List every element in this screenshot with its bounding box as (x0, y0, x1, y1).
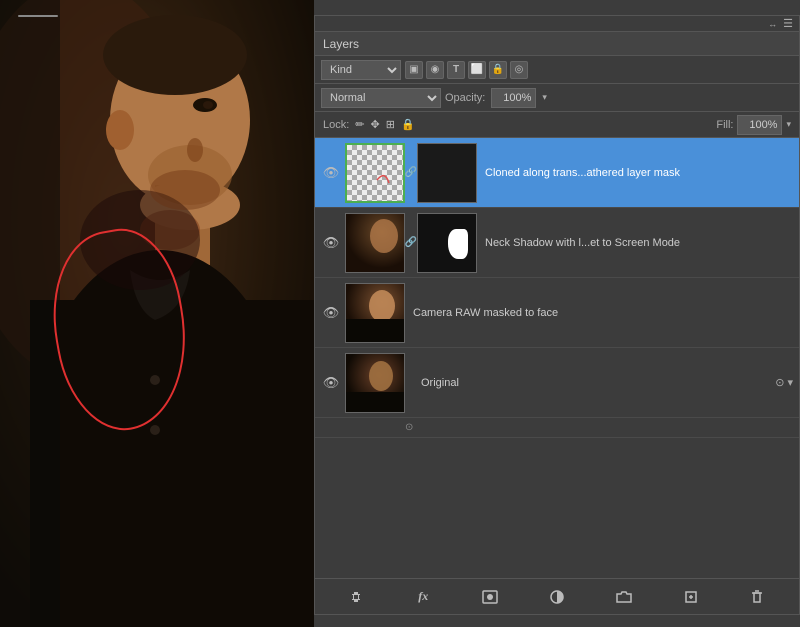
smart-badge-icon: ⊙ (405, 422, 413, 433)
layer-thumbnail (345, 143, 405, 203)
filter-icons: ▣ ◉ T ⬜ 🔒 ◎ (405, 61, 528, 79)
new-adjustment-button[interactable] (545, 585, 569, 609)
scratch-indicator (18, 15, 58, 17)
layer-visibility-toggle[interactable]: 👁 (321, 233, 341, 253)
lock-all-icon[interactable]: 🔒 (401, 118, 415, 131)
filter-color-icon[interactable]: ◎ (510, 61, 528, 79)
opacity-controls: Opacity: ▾ (445, 88, 547, 108)
collapse-icon[interactable]: ↔ (768, 19, 777, 29)
photo-background (0, 0, 314, 627)
filter-adjustment-icon[interactable]: ◉ (426, 61, 444, 79)
add-style-button[interactable]: fx (411, 585, 435, 609)
layer-link-icon: 🔗 (405, 143, 417, 203)
panel-title: Layers (323, 37, 359, 51)
filter-smart-icon[interactable]: 🔒 (489, 61, 507, 79)
layer-item[interactable]: 👁 Original ⊙ (315, 348, 799, 418)
new-group-button[interactable] (612, 585, 636, 609)
lock-pixel-icon[interactable]: ✏ (355, 118, 364, 131)
mask-shape (448, 229, 468, 259)
layer-mask-thumbnail (417, 213, 477, 273)
opacity-dropdown-icon[interactable]: ▾ (542, 92, 547, 103)
layer-name: Original (413, 377, 775, 389)
layers-panel: ↔ ☰ Layers Kind ▣ ◉ T ⬜ 🔒 ◎ Normal Opaci… (314, 15, 800, 615)
fill-section: Fill: ▾ (716, 115, 791, 135)
opacity-input[interactable] (491, 88, 536, 108)
photo-thumb (346, 214, 404, 272)
panel-header: Layers (315, 32, 799, 56)
delete-layer-button[interactable] (745, 585, 769, 609)
add-mask-button[interactable] (478, 585, 502, 609)
mask-with-shape (418, 214, 476, 272)
layer-thumbnail (345, 213, 405, 273)
fill-label: Fill: (716, 119, 733, 131)
layer-item[interactable]: 👁 🔗 (315, 208, 799, 278)
layer-smart-controls: ⊙ ▾ (775, 376, 793, 389)
lock-label: Lock: (323, 119, 349, 131)
layers-list: 👁 🔗 Cloned along trans...athered layer m… (315, 138, 799, 578)
link-layers-button[interactable] (344, 585, 368, 609)
kind-select[interactable]: Kind (321, 60, 401, 80)
panel-bottom-toolbar: fx (315, 578, 799, 614)
fill-input[interactable] (737, 115, 782, 135)
fill-dropdown-icon[interactable]: ▾ (786, 119, 791, 130)
lock-artboard-icon[interactable]: ⊞ (386, 118, 395, 131)
fx-icon: fx (418, 589, 428, 604)
layer-options-arrow[interactable]: ▾ (787, 376, 793, 389)
layer-thumbnail (345, 283, 405, 343)
layer-visibility-toggle[interactable]: 👁 (321, 303, 341, 323)
smart-object-icon[interactable]: ⊙ (775, 376, 784, 389)
layer-link-icon: 🔗 (405, 213, 417, 273)
layer-visibility-toggle[interactable]: 👁 (321, 163, 341, 183)
filter-shape-icon[interactable]: ⬜ (468, 61, 486, 79)
layer-item[interactable]: 👁 🔗 Cloned along trans...athered layer m… (315, 138, 799, 208)
new-layer-button[interactable] (679, 585, 703, 609)
layer-visibility-toggle[interactable]: 👁 (321, 373, 341, 393)
layer-name: Neck Shadow with l...et to Screen Mode (477, 237, 793, 249)
opacity-label: Opacity: (445, 92, 485, 104)
filter-type-icon[interactable]: T (447, 61, 465, 79)
panel-menu-icon[interactable]: ☰ (783, 17, 793, 30)
mask-dark (418, 144, 476, 202)
blend-opacity-row: Normal Opacity: ▾ (315, 84, 799, 112)
lock-position-icon[interactable]: ✥ (371, 118, 380, 131)
blend-mode-select[interactable]: Normal (321, 88, 441, 108)
layer-name: Camera RAW masked to face (405, 307, 793, 319)
layer-thumbnail (345, 353, 405, 413)
kind-filter-row: Kind ▣ ◉ T ⬜ 🔒 ◎ (315, 56, 799, 84)
checkerboard-pattern (347, 145, 403, 201)
layer-item[interactable]: 👁 Camera RAW masked to face (315, 278, 799, 348)
layer-mask-thumbnail (417, 143, 477, 203)
layer-name: Cloned along trans...athered layer mask (477, 167, 793, 179)
filter-pixel-icon[interactable]: ▣ (405, 61, 423, 79)
lock-fill-row: Lock: ✏ ✥ ⊞ 🔒 Fill: ▾ (315, 112, 799, 138)
